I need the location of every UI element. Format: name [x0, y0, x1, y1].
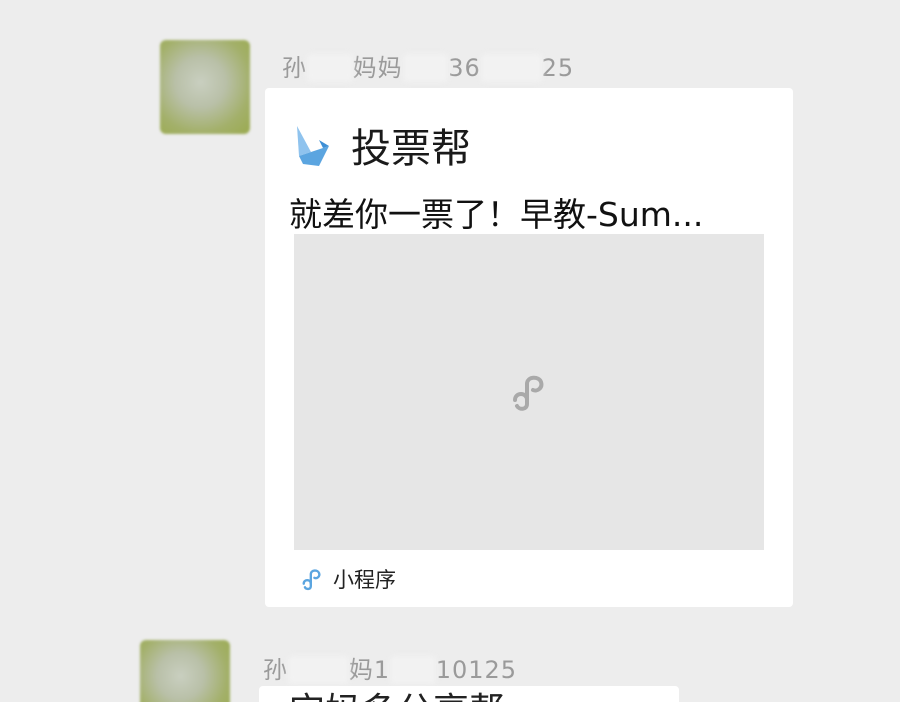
chat-window: 孙xxx妈妈xxx36xxxx25 投票帮 就差你一票了！早教-Sum... 小… — [0, 0, 900, 702]
sender-name-part: 妈 — [348, 656, 374, 684]
redacted-block: xxxx — [480, 54, 542, 82]
sender-avatar[interactable] — [160, 40, 250, 134]
sender-name-part: 10125 — [435, 656, 518, 684]
text-message-bubble[interactable]: 宝妈多分享帮 — [259, 686, 679, 702]
sender-name: 孙xxx妈妈xxx36xxxx25 — [282, 48, 574, 83]
bird-logo-icon — [297, 126, 329, 166]
redacted-block: xxxx — [288, 656, 349, 684]
sender-name-part: 孙 — [263, 656, 288, 684]
sender-avatar[interactable] — [140, 640, 230, 702]
mini-program-card[interactable]: 投票帮 就差你一票了！早教-Sum... 小程序 — [265, 88, 793, 607]
sender-name-part: 1 — [373, 656, 391, 684]
message-text: 宝妈多分享帮 — [289, 686, 505, 702]
sender-name-part: 25 — [541, 54, 575, 82]
app-name: 投票帮 — [351, 126, 471, 172]
redacted-block: xxx — [402, 54, 449, 82]
mini-program-small-icon — [302, 569, 321, 591]
sender-name: 孙xxxx妈1xxx10125 — [263, 650, 517, 685]
sender-name-part: 36 — [448, 54, 481, 82]
card-title: 就差你一票了！早教-Sum... — [289, 195, 704, 234]
card-footer: 小程序 — [299, 564, 396, 594]
card-header: 投票帮 — [289, 116, 471, 174]
sender-name-part: 妈妈 — [352, 54, 403, 82]
card-footer-label: 小程序 — [333, 568, 396, 592]
redacted-block: xxx — [307, 54, 353, 82]
mini-program-icon — [513, 375, 544, 411]
sender-name-part: 孙 — [282, 54, 307, 82]
redacted-block: xxx — [390, 656, 436, 684]
card-preview-image — [294, 234, 764, 550]
